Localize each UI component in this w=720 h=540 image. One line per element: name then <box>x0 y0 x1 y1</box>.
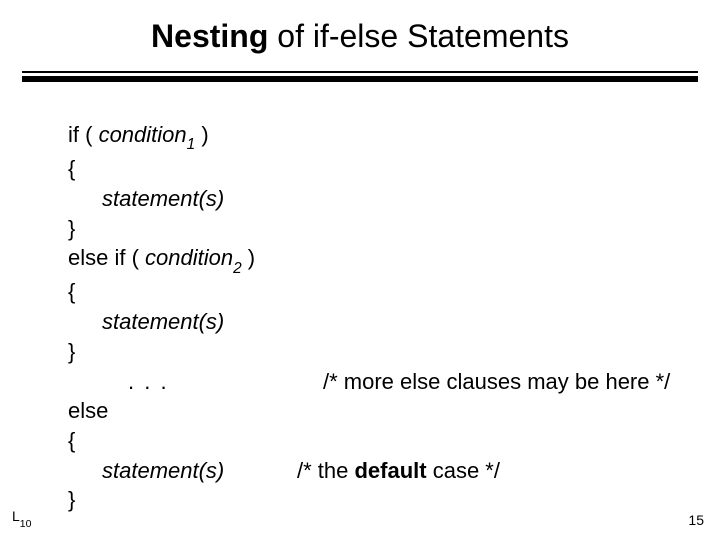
stmt-3: statement(s) <box>68 456 297 486</box>
title-rule <box>22 71 698 82</box>
code-block: if ( condition1 ) { statement(s) } else … <box>68 120 670 515</box>
code-line-6: { <box>68 277 670 307</box>
kw-if: if ( <box>68 122 99 147</box>
footer-left: L10 <box>12 508 31 528</box>
code-line-5: else if ( condition2 ) <box>68 243 670 277</box>
stmt-2: statement(s) <box>102 309 224 334</box>
comment-default: /* the default case */ <box>297 456 500 486</box>
cond1-sub: 1 <box>187 136 196 153</box>
brace-open-1: { <box>68 156 75 181</box>
brace-close-2: } <box>68 339 75 364</box>
stmt-1: statement(s) <box>102 186 224 211</box>
title-bold: Nesting <box>151 18 268 54</box>
comment-default-c: case */ <box>427 458 500 483</box>
ellipsis: . . . <box>68 367 323 397</box>
cond1: condition <box>99 122 187 147</box>
kw-elseif: else if ( <box>68 245 145 270</box>
footer-left-main: L <box>12 508 20 524</box>
code-line-4: } <box>68 214 670 244</box>
paren-close-1: ) <box>195 122 208 147</box>
comment-default-b: default <box>354 458 426 483</box>
code-line-8: } <box>68 337 670 367</box>
code-line-12: statement(s)/* the default case */ <box>68 456 670 486</box>
code-line-13: } <box>68 485 670 515</box>
brace-close-1: } <box>68 216 75 241</box>
brace-open-2: { <box>68 279 75 304</box>
code-line-10: else <box>68 396 670 426</box>
cond2-sub: 2 <box>233 260 242 277</box>
kw-else: else <box>68 398 108 423</box>
code-line-11: { <box>68 426 670 456</box>
comment-default-a: /* the <box>297 458 354 483</box>
footer-right: 15 <box>688 512 704 528</box>
footer-left-sub: 10 <box>20 518 32 530</box>
slide: Nesting of if-else Statements if ( condi… <box>0 0 720 540</box>
title-rest: of if-else Statements <box>268 18 569 54</box>
cond2: condition <box>145 245 233 270</box>
brace-close-3: } <box>68 487 75 512</box>
paren-close-2: ) <box>242 245 255 270</box>
code-line-7: statement(s) <box>68 307 670 337</box>
code-line-1: if ( condition1 ) <box>68 120 670 154</box>
slide-title: Nesting of if-else Statements <box>0 0 720 65</box>
comment-more-else: /* more else clauses may be here */ <box>323 367 670 397</box>
code-line-2: { <box>68 154 670 184</box>
brace-open-3: { <box>68 428 75 453</box>
rule-thick <box>22 76 698 82</box>
code-line-3: statement(s) <box>68 184 670 214</box>
code-line-9: . . ./* more else clauses may be here */ <box>68 367 670 397</box>
